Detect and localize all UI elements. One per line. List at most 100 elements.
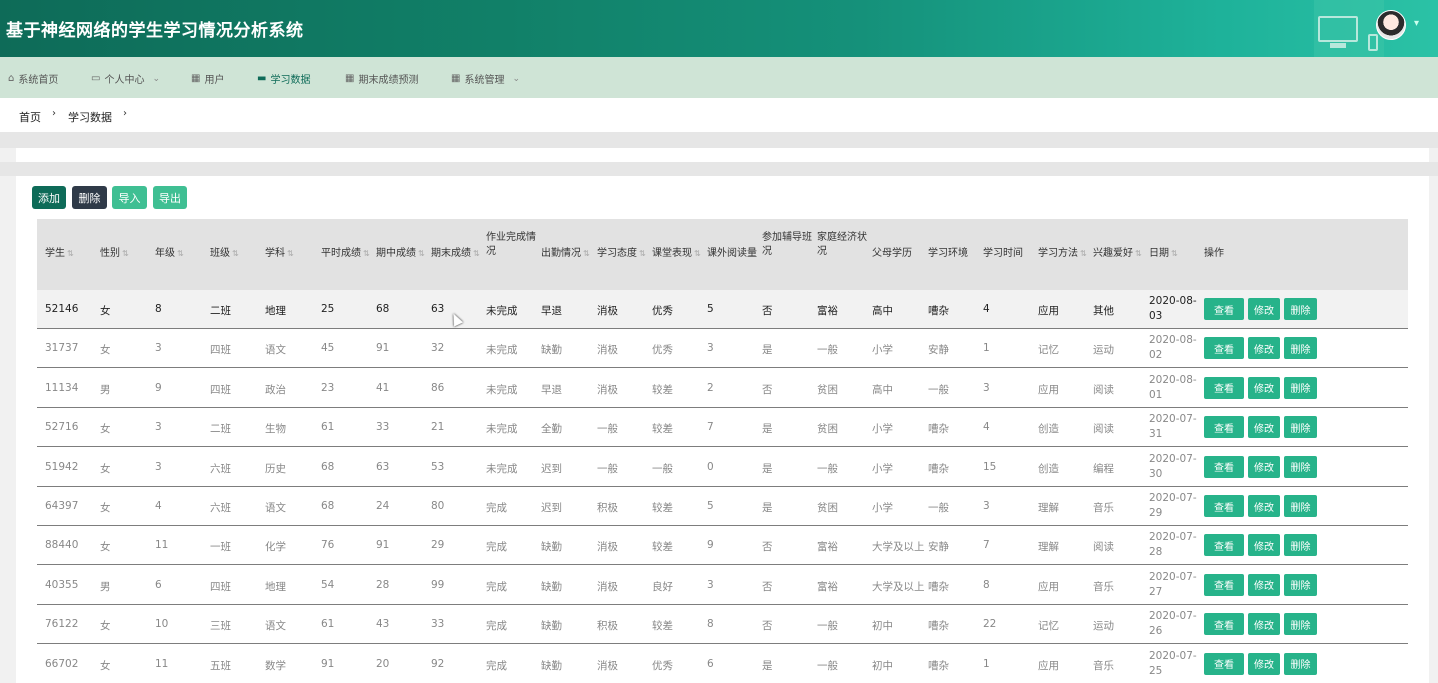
- col-subject[interactable]: 学科 ⇅: [265, 247, 294, 261]
- sort-icon[interactable]: ⇅: [473, 249, 480, 258]
- batch-delete-button[interactable]: 删除: [72, 186, 107, 209]
- view-button[interactable]: 查看: [1204, 376, 1244, 399]
- sort-icon[interactable]: ⇅: [1080, 249, 1087, 258]
- cell-homework: 完成: [486, 502, 507, 514]
- sort-icon[interactable]: ⇅: [583, 249, 590, 258]
- cell-grade: 8: [155, 303, 162, 315]
- cell-method: 记忆: [1038, 344, 1059, 357]
- sort-icon[interactable]: ⇅: [177, 249, 184, 258]
- col-mid-score[interactable]: 期中成绩 ⇅: [376, 247, 425, 261]
- delete-button[interactable]: 删除: [1284, 652, 1317, 675]
- cell-student: 88440: [45, 539, 79, 552]
- delete-button[interactable]: 删除: [1284, 416, 1317, 439]
- col-class[interactable]: 班级 ⇅: [210, 247, 239, 261]
- nav-item-final-prediction[interactable]: ▦ 期末成绩预测: [345, 71, 418, 86]
- col-tutoring[interactable]: 参加辅导班况: [762, 231, 812, 259]
- edit-button[interactable]: 修改: [1248, 613, 1280, 636]
- nav-item-personal-center[interactable]: ▭ 个人中心 ⌄: [91, 71, 160, 86]
- delete-button[interactable]: 删除: [1284, 573, 1317, 596]
- col-class-performance[interactable]: 课堂表现 ⇅: [652, 247, 701, 261]
- sort-icon[interactable]: ⇅: [694, 249, 701, 258]
- delete-button[interactable]: 删除: [1284, 376, 1317, 399]
- cell-final: 53: [431, 460, 445, 473]
- export-button[interactable]: 导出: [153, 186, 187, 209]
- user-avatar[interactable]: [1376, 10, 1406, 40]
- col-method[interactable]: 学习方法 ⇅: [1038, 247, 1087, 261]
- edit-button[interactable]: 修改: [1248, 495, 1280, 517]
- cell-class: 六班: [210, 462, 231, 475]
- cell-env: 嘈杂: [928, 423, 949, 436]
- delete-button[interactable]: 删除: [1284, 613, 1317, 636]
- cell-final: 21: [431, 421, 445, 434]
- sort-icon[interactable]: ⇅: [363, 249, 370, 258]
- cell-env: 嘈杂: [928, 580, 949, 593]
- cell-method: 应用: [1038, 580, 1059, 593]
- col-date[interactable]: 日期 ⇅: [1149, 247, 1178, 261]
- add-button[interactable]: 添加: [32, 186, 66, 209]
- user-menu-caret-icon[interactable]: ▾: [1414, 18, 1419, 29]
- col-family-economy[interactable]: 家庭经济状况: [817, 231, 867, 259]
- cell-attitude: 消极: [597, 659, 618, 672]
- edit-button[interactable]: 修改: [1248, 416, 1280, 439]
- col-gender[interactable]: 性别 ⇅: [100, 247, 129, 261]
- edit-button[interactable]: 修改: [1248, 298, 1280, 320]
- sort-icon[interactable]: ⇅: [1171, 249, 1178, 258]
- sort-icon[interactable]: ⇅: [67, 249, 74, 258]
- col-attendance[interactable]: 出勤情况 ⇅: [541, 247, 590, 261]
- cell-reading: 3: [707, 342, 714, 355]
- col-hobby[interactable]: 兴趣爱好 ⇅: [1093, 247, 1142, 261]
- import-button[interactable]: 导入: [112, 186, 147, 209]
- table-row: 40355 男 6 四班 地理 54 28 99 完成 缺勤 消极 良好 3 否 富裕 大学及以上 嘈杂 8 应用 音…: [37, 565, 1408, 605]
- view-button[interactable]: 查看: [1204, 298, 1244, 320]
- view-button[interactable]: 查看: [1204, 534, 1244, 557]
- cell-homework: 完成: [486, 659, 507, 672]
- col-student[interactable]: 学生 ⇅: [45, 247, 74, 261]
- sort-icon[interactable]: ⇅: [287, 249, 294, 258]
- edit-button[interactable]: 修改: [1248, 337, 1280, 360]
- edit-button[interactable]: 修改: [1248, 455, 1280, 478]
- nav-item-home[interactable]: ⌂ 系统首页: [8, 71, 58, 86]
- breadcrumb-current[interactable]: 学习数据: [68, 109, 112, 125]
- view-button[interactable]: 查看: [1204, 652, 1244, 675]
- cell-attitude: 一般: [597, 462, 618, 475]
- cell-student: 64397: [45, 500, 79, 512]
- nav-item-study-data[interactable]: ▬ 学习数据: [257, 71, 310, 86]
- delete-button[interactable]: 删除: [1284, 337, 1317, 360]
- col-environment[interactable]: 学习环境: [928, 247, 968, 261]
- view-button[interactable]: 查看: [1204, 613, 1244, 636]
- sort-icon[interactable]: ⇅: [639, 249, 646, 258]
- sort-icon[interactable]: ⇅: [122, 249, 129, 258]
- cell-attendance: 全勤: [541, 423, 562, 436]
- col-grade[interactable]: 年级 ⇅: [155, 247, 184, 261]
- cell-class: 五班: [210, 659, 231, 672]
- cell-family: 一般: [817, 659, 838, 672]
- col-study-time[interactable]: 学习时间: [983, 247, 1023, 261]
- col-final-score[interactable]: 期末成绩 ⇅: [431, 247, 480, 261]
- edit-button[interactable]: 修改: [1248, 652, 1280, 675]
- delete-button[interactable]: 删除: [1284, 455, 1317, 478]
- view-button[interactable]: 查看: [1204, 416, 1244, 439]
- breadcrumb-home[interactable]: 首页: [19, 109, 41, 125]
- nav-item-system-admin[interactable]: ▦ 系统管理 ⌄: [451, 71, 520, 86]
- sort-icon[interactable]: ⇅: [418, 249, 425, 258]
- edit-button[interactable]: 修改: [1248, 534, 1280, 557]
- delete-button[interactable]: 删除: [1284, 495, 1317, 517]
- view-button[interactable]: 查看: [1204, 573, 1244, 596]
- view-button[interactable]: 查看: [1204, 337, 1244, 360]
- view-button[interactable]: 查看: [1204, 455, 1244, 478]
- chevron-down-icon: ⌄: [152, 73, 160, 84]
- edit-button[interactable]: 修改: [1248, 573, 1280, 596]
- col-attitude[interactable]: 学习态度 ⇅: [597, 247, 646, 261]
- edit-button[interactable]: 修改: [1248, 376, 1280, 399]
- nav-item-users[interactable]: ▦ 用户: [191, 71, 224, 86]
- sort-icon[interactable]: ⇅: [232, 249, 239, 258]
- delete-button[interactable]: 删除: [1284, 534, 1317, 557]
- col-reading[interactable]: 课外阅读量: [707, 247, 757, 261]
- col-usual-score[interactable]: 平时成绩 ⇅: [321, 247, 370, 261]
- delete-button[interactable]: 删除: [1284, 298, 1317, 320]
- col-parent-education[interactable]: 父母学历: [872, 247, 912, 261]
- view-button[interactable]: 查看: [1204, 495, 1244, 517]
- col-homework[interactable]: 作业完成情况: [486, 231, 536, 259]
- sort-icon[interactable]: ⇅: [1135, 249, 1142, 258]
- cell-family: 一般: [817, 620, 838, 633]
